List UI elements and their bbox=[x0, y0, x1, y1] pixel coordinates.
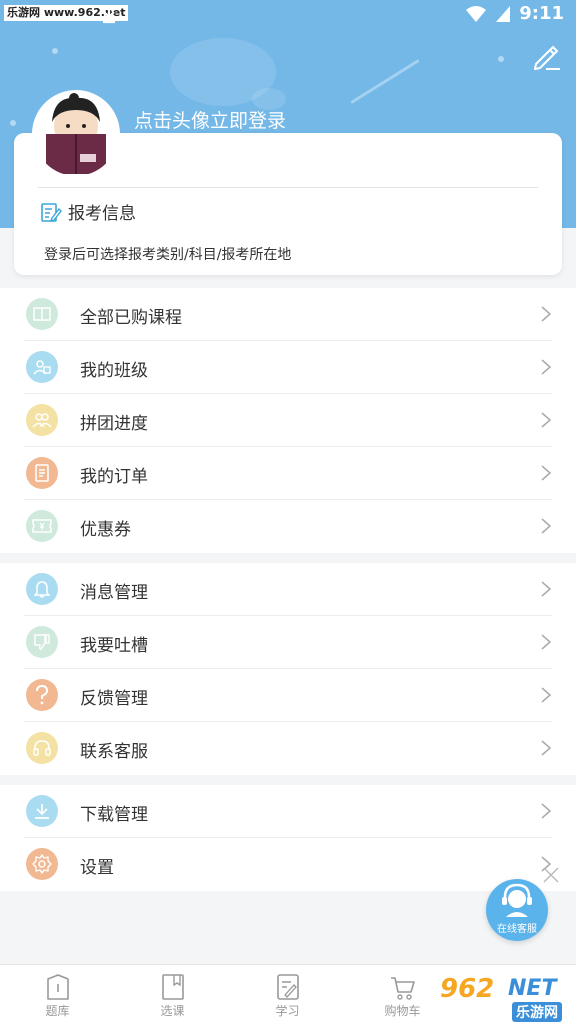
order-icon bbox=[26, 457, 58, 489]
tab-label: 题库 bbox=[45, 1004, 70, 1018]
menu-item-my-orders[interactable]: 我的订单 bbox=[0, 447, 576, 500]
menu-item-label: 优惠券 bbox=[80, 520, 131, 540]
avatar[interactable] bbox=[32, 90, 120, 178]
menu-item-purchased-courses[interactable]: 全部已购课程 bbox=[0, 288, 576, 341]
menu-item-label: 我的订单 bbox=[80, 467, 148, 487]
status-time: 9:11 bbox=[519, 3, 564, 24]
watermark-brand: 962 bbox=[440, 974, 495, 1004]
tab-course-select[interactable]: 选课 bbox=[115, 965, 230, 1024]
menu-item-complaints[interactable]: 我要吐槽 bbox=[0, 616, 576, 669]
chevron-right-icon bbox=[541, 740, 552, 756]
bell-icon bbox=[26, 573, 58, 605]
menu-item-label: 联系客服 bbox=[80, 742, 148, 762]
menu-item-label: 设置 bbox=[80, 858, 114, 878]
exam-info-icon bbox=[41, 202, 62, 222]
tab-label: 选课 bbox=[160, 1004, 185, 1018]
chevron-right-icon bbox=[541, 465, 552, 481]
menu-item-downloads[interactable]: 下载管理 bbox=[0, 785, 576, 838]
download-icon bbox=[26, 795, 58, 827]
question-bank-icon bbox=[47, 974, 69, 1000]
menu-item-label: 消息管理 bbox=[80, 583, 148, 603]
exam-info-subtitle: 登录后可选择报考类别/科目/报考所在地 bbox=[44, 247, 292, 263]
watermark-suffix: NET bbox=[508, 976, 557, 1001]
download-status-icon bbox=[103, 5, 115, 24]
coupon-icon bbox=[26, 510, 58, 542]
watermark-logo: 962 NET 乐游网 bbox=[440, 974, 572, 1022]
course-icon bbox=[162, 974, 184, 1000]
menu-group-service: 消息管理 我要吐槽 反馈管理 联系客服 bbox=[0, 563, 576, 775]
menu-item-feedback[interactable]: 反馈管理 bbox=[0, 669, 576, 722]
gear-icon bbox=[26, 848, 58, 880]
status-right: 9:11 bbox=[465, 3, 564, 24]
avatar-illustration-icon bbox=[34, 92, 118, 176]
chevron-right-icon bbox=[541, 803, 552, 819]
menu-item-group-progress[interactable]: 拼团进度 bbox=[0, 394, 576, 447]
chevron-right-icon bbox=[541, 634, 552, 650]
card-divider bbox=[38, 187, 538, 188]
header-dot bbox=[10, 120, 16, 126]
menu-group-system: 下载管理 设置 bbox=[0, 785, 576, 891]
customer-service-icon bbox=[502, 883, 532, 917]
menu-item-coupons[interactable]: 优惠券 bbox=[0, 500, 576, 553]
signal-icon bbox=[496, 5, 511, 22]
online-service-button[interactable]: 在线客服 bbox=[486, 879, 548, 941]
menu-item-contact-support[interactable]: 联系客服 bbox=[0, 722, 576, 775]
chevron-right-icon bbox=[541, 581, 552, 597]
book-icon bbox=[26, 298, 58, 330]
status-bar: 乐游网 www.962.net 9:11 bbox=[0, 0, 576, 30]
tab-label: 学习 bbox=[275, 1004, 300, 1018]
question-icon bbox=[26, 679, 58, 711]
header-dot bbox=[52, 48, 58, 54]
menu-item-label: 拼团进度 bbox=[80, 414, 148, 434]
group-icon bbox=[26, 404, 58, 436]
menu-group-courses: 全部已购课程 我的班级 拼团进度 我的订单 优惠券 bbox=[0, 288, 576, 553]
class-icon bbox=[26, 351, 58, 383]
thumbs-down-icon bbox=[26, 626, 58, 658]
exam-info-row[interactable]: 报考信息 bbox=[40, 199, 136, 224]
chevron-right-icon bbox=[541, 306, 552, 322]
headset-icon bbox=[26, 732, 58, 764]
cart-icon bbox=[391, 977, 415, 1000]
tab-study[interactable]: 学习 bbox=[230, 965, 345, 1024]
edit-icon[interactable] bbox=[532, 42, 562, 72]
menu-item-label: 我的班级 bbox=[80, 361, 148, 381]
menu-item-label: 全部已购课程 bbox=[80, 308, 182, 328]
chevron-right-icon bbox=[541, 359, 552, 375]
menu-item-label: 下载管理 bbox=[80, 805, 148, 825]
header-streak bbox=[350, 59, 420, 104]
login-prompt[interactable]: 点击头像立即登录 bbox=[134, 106, 286, 133]
chevron-right-icon bbox=[541, 687, 552, 703]
exam-info-title: 报考信息 bbox=[68, 204, 136, 224]
watermark-site: 乐游网 bbox=[512, 1002, 562, 1022]
menu-item-my-class[interactable]: 我的班级 bbox=[0, 341, 576, 394]
chevron-right-icon bbox=[541, 518, 552, 534]
study-icon bbox=[277, 974, 299, 1000]
header-dot bbox=[498, 56, 504, 62]
chevron-right-icon bbox=[541, 412, 552, 428]
tab-question-bank[interactable]: 题库 bbox=[0, 965, 115, 1024]
menu-item-messages[interactable]: 消息管理 bbox=[0, 563, 576, 616]
menu-item-label: 反馈管理 bbox=[80, 689, 148, 709]
wifi-icon bbox=[466, 5, 487, 22]
online-service-label: 在线客服 bbox=[497, 924, 537, 935]
menu-item-label: 我要吐槽 bbox=[80, 636, 148, 656]
